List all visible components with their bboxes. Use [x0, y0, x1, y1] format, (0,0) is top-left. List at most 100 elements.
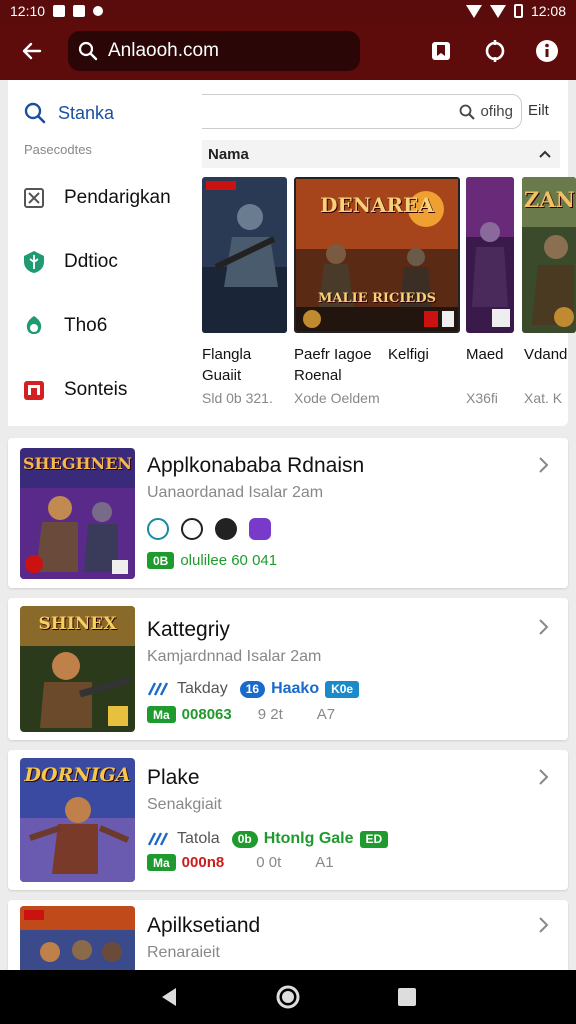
search-icon	[78, 41, 98, 61]
app-bar: Anlaooh.com	[0, 22, 576, 80]
game-card[interactable]: ZANI	[522, 177, 576, 333]
drawer-item-label: Sonteis	[64, 379, 128, 400]
drawer-search-label: Stanka	[58, 102, 115, 123]
search-icon	[460, 104, 476, 120]
stat-badge: Ma	[147, 706, 176, 723]
url-search-bar[interactable]: Anlaooh.com	[68, 31, 360, 71]
content-search-input[interactable]: ofihg	[202, 94, 522, 129]
content-search-text: ofihg	[480, 103, 513, 120]
status-time-left: 12:10	[10, 3, 46, 19]
game-card[interactable]	[466, 177, 514, 333]
image-notification-icon	[53, 5, 66, 17]
triangle-back-icon	[162, 988, 177, 1006]
tag-label: Tatola	[177, 830, 220, 847]
drawer-section-label: Pasecodtes	[24, 142, 92, 157]
status-time-right: 12:08	[530, 3, 566, 19]
stat-row: 0B olulilee 60 041	[147, 552, 277, 569]
tag-pill: ED	[359, 830, 389, 848]
app-notification-icon	[73, 5, 86, 17]
app-subtitle: Renaraieit	[147, 944, 220, 961]
sync-button[interactable]	[475, 31, 515, 71]
nav-home-button[interactable]	[268, 977, 308, 1017]
chevron-right-icon	[539, 457, 549, 473]
app-thumbnail: SHINEX	[20, 606, 135, 732]
stat-value: 0 0t	[256, 854, 282, 871]
game-card[interactable]	[202, 177, 287, 333]
app-title: Apilksetiand	[147, 914, 261, 937]
system-nav-bar	[0, 970, 576, 1024]
info-icon	[536, 40, 558, 62]
drawer-item-label: Pendarigkan	[64, 187, 171, 208]
signal-lines-icon	[147, 832, 169, 846]
tag-pill: K0e	[325, 680, 360, 698]
leaf-icon	[147, 518, 169, 540]
stat-badge: 0B	[147, 552, 175, 569]
game-art-subtitle: MALIE RICIEDS	[317, 291, 436, 306]
leaf-icon	[22, 314, 46, 338]
game-meta: Sld 0b 321.	[202, 390, 273, 406]
app-list-item[interactable]: SHEGHNEN Applkonababa Rdnaisn Uanaordana…	[8, 438, 568, 588]
drawer-item-tho6[interactable]: Tho6	[22, 314, 107, 338]
circle-home-icon	[276, 985, 300, 1009]
chevron-right-icon	[539, 619, 549, 635]
gift-icon	[22, 378, 46, 402]
app-title: Plake	[147, 766, 200, 789]
game-name: Maed	[466, 346, 504, 363]
game-art-image: DENAREA MALIE RICIEDS	[294, 177, 460, 333]
chevron-up-icon	[539, 150, 551, 158]
wifi-icon	[465, 4, 482, 18]
game-art-image	[466, 177, 514, 333]
battery-icon	[513, 4, 523, 18]
app-subtitle: Senakgiait	[147, 796, 222, 813]
thumbnail-title: SHEGHNEN	[22, 454, 133, 473]
box-x-icon	[22, 186, 46, 210]
app-list-item[interactable]: SHINEX Kattegriy Kamjardnnad Isalar 2am …	[8, 598, 568, 740]
arrow-left-icon	[22, 42, 42, 60]
stat-row: Ma 000n8 0 0t A1	[147, 854, 334, 871]
chevron-right-icon	[539, 769, 549, 785]
sync-icon	[485, 40, 505, 62]
url-text: Anlaooh.com	[108, 40, 219, 61]
dot-notification-icon	[93, 6, 104, 16]
filter-button[interactable]: Eilt	[528, 102, 549, 119]
info-button[interactable]	[527, 31, 567, 71]
stat-value: A7	[316, 706, 336, 723]
shield-leaf-icon	[22, 250, 46, 274]
tag-pill: 16	[239, 680, 266, 698]
game-card[interactable]: DENAREA MALIE RICIEDS	[294, 177, 460, 333]
drawer-item-ddtioc[interactable]: Ddtioc	[22, 250, 118, 274]
game-meta: Xode Oeldem	[294, 390, 380, 406]
stat-value: olulilee 60 041	[180, 552, 278, 569]
app-thumbnail: SHEGHNEN	[20, 448, 135, 579]
drawer-item-pendarigkan[interactable]: Pendarigkan	[22, 186, 171, 210]
app-list-item[interactable]: DORNIGA Plake Senakgiait Tatola 0b Htonl…	[8, 750, 568, 890]
drawer-item-sonteis[interactable]: Sonteis	[22, 378, 127, 402]
section-header[interactable]: Nama	[202, 140, 560, 168]
section-header-label: Nama	[208, 145, 249, 163]
drawer-search[interactable]: Stanka	[24, 102, 114, 124]
app-title: Applkonababa Rdnaisn	[147, 454, 365, 477]
game-name: Kelfigi	[388, 346, 429, 363]
back-button[interactable]	[12, 31, 52, 71]
bookmark-button[interactable]	[421, 31, 461, 71]
game-name: Vdand	[524, 346, 568, 363]
drawer-item-label: Tho6	[64, 315, 108, 336]
tag-row: Takday 16 Haako K0e	[147, 680, 360, 698]
search-icon	[24, 102, 46, 124]
game-art-title: ZANI	[524, 187, 576, 212]
ball-icon	[181, 518, 203, 540]
face-icon	[215, 518, 237, 540]
stat-value: 000n8	[181, 854, 225, 871]
nav-back-button[interactable]	[149, 977, 189, 1017]
game-controller-icon	[249, 518, 271, 540]
app-thumbnail	[20, 906, 135, 970]
stat-row: Ma 008063 9 2t A7	[147, 706, 335, 723]
app-subtitle: Uanaordanad Isalar 2am	[147, 484, 324, 501]
stat-badge: Ma	[147, 854, 176, 871]
app-list-item[interactable]: Apilksetiand Renaraieit	[8, 900, 568, 970]
thumbnail-title: SHINEX	[38, 614, 117, 634]
signal-icon	[489, 4, 506, 18]
game-art-image: ZANI	[522, 177, 576, 333]
thumbnail-title: DORNIGA	[24, 764, 131, 786]
nav-recents-button[interactable]	[387, 977, 427, 1017]
